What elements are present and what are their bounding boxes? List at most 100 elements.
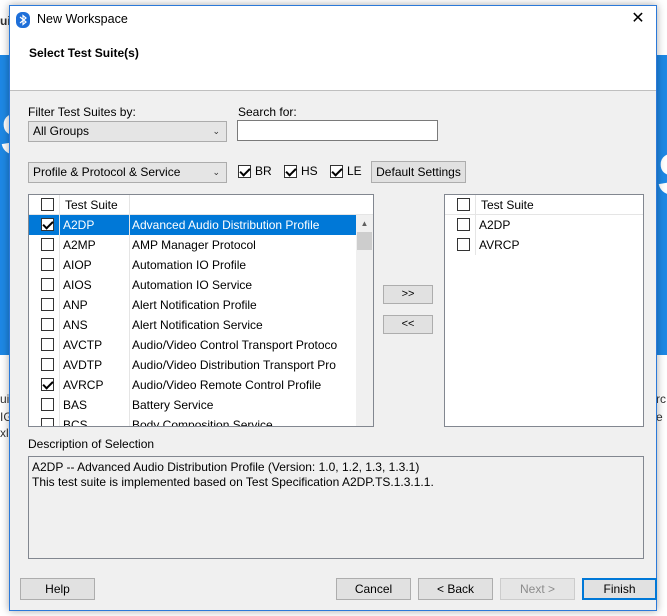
column-divider [129,195,130,215]
background-text: xl [0,426,9,440]
bluetooth-icon [16,12,30,28]
list-item[interactable]: AVRCP Audio/Video Remote Control Profile [29,375,358,395]
list-item[interactable]: ANS Alert Notification Service [29,315,358,335]
column-divider [129,395,130,415]
suite-name: Advanced Audio Distribution Profile [132,218,320,232]
column-divider [129,275,130,295]
list-item[interactable]: A2DP [445,215,643,235]
background-text: e [656,410,663,424]
filter-label: Filter Test Suites by: [28,105,136,119]
remove-from-selection-button[interactable]: << [383,315,433,334]
item-checkbox[interactable] [457,218,470,231]
suite-name: Audio/Video Distribution Transport Pro [132,358,336,372]
checkbox-le[interactable]: LE [330,164,362,178]
list-item[interactable]: AIOP Automation IO Profile [29,255,358,275]
item-checkbox[interactable] [41,258,54,271]
description-line: A2DP -- Advanced Audio Distribution Prof… [32,460,420,474]
column-divider [59,195,60,215]
list-item[interactable]: BCS Body Composition Service [29,415,358,427]
suite-code: BCS [63,418,88,427]
list-header: Test Suite [445,195,643,215]
item-checkbox[interactable] [41,338,54,351]
item-checkbox[interactable] [41,418,54,426]
list-item[interactable]: BAS Battery Service [29,395,358,415]
column-divider [59,215,60,235]
list-item[interactable]: AVCTP Audio/Video Control Transport Proto… [29,335,358,355]
item-checkbox[interactable] [41,398,54,411]
cancel-button[interactable]: Cancel [336,578,411,600]
list-header: Test Suite [29,195,373,215]
description-box: A2DP -- Advanced Audio Distribution Prof… [28,456,644,559]
column-divider [129,235,130,255]
suite-name: Audio/Video Remote Control Profile [132,378,322,392]
column-divider [129,415,130,426]
select-all-checkbox[interactable] [41,198,54,211]
add-to-selection-button[interactable]: >> [383,285,433,304]
suite-code: A2DP [63,218,95,232]
chevron-down-icon: ⌄ [212,167,220,177]
item-checkbox[interactable] [41,238,54,251]
help-button[interactable]: Help [20,578,95,600]
column-divider [59,315,60,335]
suite-code: AIOP [63,258,92,272]
close-button[interactable]: ✕ [628,10,648,30]
window-title: New Workspace [37,12,128,26]
column-divider [59,295,60,315]
checkbox-hs[interactable]: HS [284,164,318,178]
suite-code: ANP [63,298,88,312]
background-text: rc [656,392,666,406]
suite-name: Body Composition Service [132,418,273,427]
column-divider [59,355,60,375]
select-all-checkbox[interactable] [457,198,470,211]
selected-test-suites-list[interactable]: Test Suite A2DP AVRCP [444,194,644,427]
item-checkbox[interactable] [457,238,470,251]
column-divider [59,255,60,275]
checkbox-br[interactable]: BR [238,164,272,178]
description-label: Description of Selection [28,437,155,451]
checkbox-icon[interactable] [330,164,343,178]
list-item[interactable]: AVDTP Audio/Video Distribution Transport … [29,355,358,375]
suite-name: AMP Manager Protocol [132,238,256,252]
new-workspace-dialog: New Workspace ✕ Select Test Suite(s) Fil… [9,5,657,611]
default-settings-button[interactable]: Default Settings [371,161,466,183]
checkbox-label: LE [347,164,362,178]
list-item[interactable]: AVRCP [445,235,643,255]
filter-dropdown-value: All Groups [33,124,90,138]
item-checkbox[interactable] [41,318,54,331]
next-button[interactable]: Next > [500,578,575,600]
item-checkbox[interactable] [41,298,54,311]
scroll-thumb[interactable] [357,232,372,250]
list-item[interactable]: ANP Alert Notification Profile [29,295,358,315]
column-divider [129,255,130,275]
column-divider [59,395,60,415]
wizard-header: Select Test Suite(s) [10,34,656,91]
back-button[interactable]: < Back [418,578,493,600]
profile-type-dropdown[interactable]: Profile & Protocol & Service ⌄ [28,162,227,183]
checkbox-icon[interactable] [284,164,297,178]
column-divider [129,375,130,395]
search-label: Search for: [238,105,297,119]
checkbox-icon[interactable] [238,164,251,178]
arrow-up-icon[interactable]: ▲ [356,215,373,232]
suite-name: Alert Notification Service [132,318,263,332]
item-checkbox[interactable] [41,378,54,391]
search-input[interactable] [237,120,438,141]
vertical-scrollbar[interactable]: ▲ [356,215,373,426]
list-item[interactable]: A2DP Advanced Audio Distribution Profile [29,215,358,235]
column-divider [475,215,476,235]
suite-code: ANS [63,318,88,332]
suite-name: Alert Notification Profile [132,298,257,312]
available-test-suites-list[interactable]: Test Suite A2DP Advanced Audio Distributi… [28,194,374,427]
column-divider [129,315,130,335]
chevron-down-icon: ⌄ [212,126,220,136]
filter-dropdown[interactable]: All Groups ⌄ [28,121,227,142]
item-checkbox[interactable] [41,358,54,371]
list-item[interactable]: AIOS Automation IO Service [29,275,358,295]
background-text: ui [0,392,10,406]
list-item[interactable]: A2MP AMP Manager Protocol [29,235,358,255]
suite-code: BAS [63,398,88,412]
finish-button[interactable]: Finish [582,578,657,600]
item-checkbox[interactable] [41,218,54,231]
suite-code: AVDTP [63,358,103,372]
item-checkbox[interactable] [41,278,54,291]
